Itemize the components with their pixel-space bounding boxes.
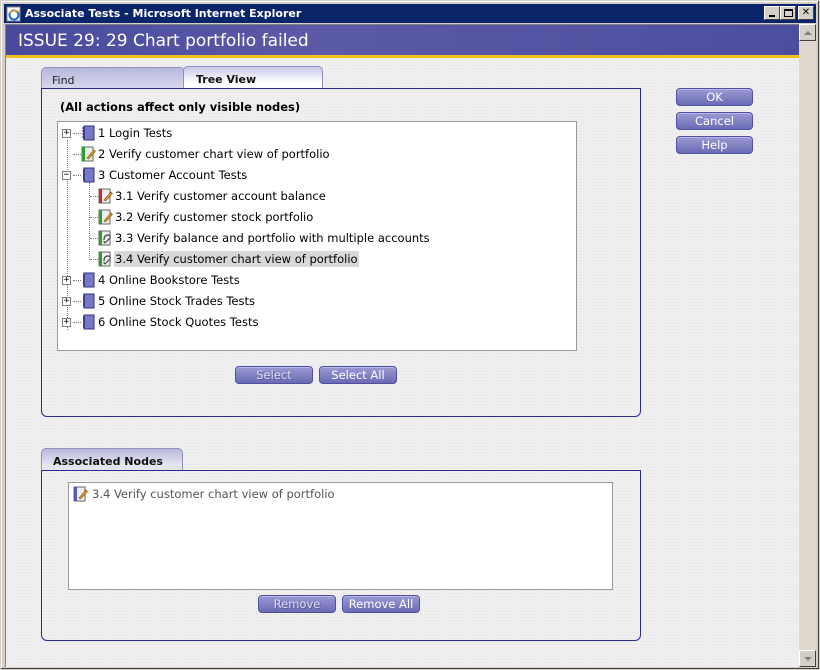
remove-button[interactable]: Remove xyxy=(258,595,336,613)
tab-tree-view-label: Tree View xyxy=(196,73,257,86)
visible-nodes-notice: (All actions affect only visible nodes) xyxy=(60,100,301,114)
arrow-up-icon xyxy=(803,30,812,35)
tree-node-label: 3.4 Verify customer chart view of portfo… xyxy=(114,251,359,267)
tree-node-label: 1 Login Tests xyxy=(98,126,173,140)
associated-nodes-label: Associated Nodes xyxy=(53,455,163,468)
scroll-up-button[interactable] xyxy=(799,24,816,41)
test-tree[interactable]: + 1 Login Tests 2 Verify customer chart … xyxy=(57,121,577,351)
associated-node-label: 3.4 Verify customer chart view of portfo… xyxy=(92,487,335,501)
tree-node-label: 3.1 Verify customer account balance xyxy=(115,189,326,203)
folder-book-icon xyxy=(81,125,96,141)
tab-associated-nodes: Associated Nodes xyxy=(41,448,183,471)
test-pass-edit-icon xyxy=(81,146,96,162)
select-all-button[interactable]: Select All xyxy=(319,366,397,384)
tree-node-label: 6 Online Stock Quotes Tests xyxy=(98,315,259,329)
scroll-down-button[interactable] xyxy=(799,650,816,667)
tree-node-label: 4 Online Bookstore Tests xyxy=(98,273,240,287)
test-fail-edit-icon xyxy=(98,188,113,204)
folder-book-icon xyxy=(81,314,96,330)
tree-node-label: 3 Customer Account Tests xyxy=(98,168,248,182)
cancel-button[interactable]: Cancel xyxy=(676,112,753,130)
arrow-down-icon xyxy=(803,656,812,661)
expand-icon[interactable]: + xyxy=(62,317,71,327)
tree-node-label: 3.2 Verify customer stock portfolio xyxy=(115,210,314,224)
remove-all-button[interactable]: Remove All xyxy=(342,595,420,613)
internet-explorer-icon xyxy=(6,6,22,22)
test-pass-linked-icon xyxy=(98,251,113,267)
tab-find-label: Find xyxy=(52,74,75,87)
tree-node-label: 5 Online Stock Trades Tests xyxy=(98,294,255,308)
tree-node[interactable]: 3.3 Verify balance and portfolio with mu… xyxy=(90,229,431,247)
folder-book-icon xyxy=(81,293,96,309)
test-pass-edit-icon xyxy=(98,209,113,225)
tree-node[interactable]: + 6 Online Stock Quotes Tests xyxy=(62,313,259,331)
associated-nodes-list[interactable]: 3.4 Verify customer chart view of portfo… xyxy=(68,482,613,590)
minimize-button[interactable] xyxy=(764,6,780,20)
tree-node[interactable]: + 1 Login Tests xyxy=(62,124,173,142)
tree-node[interactable]: − 3 Customer Account Tests xyxy=(62,166,248,184)
expand-icon[interactable]: + xyxy=(62,275,71,285)
tree-node[interactable]: 2 Verify customer chart view of portfoli… xyxy=(62,145,331,163)
close-icon: ✕ xyxy=(801,7,811,18)
title-bar[interactable]: Associate Tests - Microsoft Internet Exp… xyxy=(4,4,816,23)
test-edit-icon xyxy=(73,486,88,502)
tree-node[interactable]: + 5 Online Stock Trades Tests xyxy=(62,292,256,310)
tree-node-selected[interactable]: 3.4 Verify customer chart view of portfo… xyxy=(90,250,359,268)
tree-node-label: 3.3 Verify balance and portfolio with mu… xyxy=(115,231,430,245)
tree-node-label: 2 Verify customer chart view of portfoli… xyxy=(98,147,330,161)
minimize-icon xyxy=(769,15,775,17)
help-button[interactable]: Help xyxy=(676,136,753,154)
test-pass-linked-icon xyxy=(98,230,113,246)
ok-button[interactable]: OK xyxy=(676,88,753,106)
select-button[interactable]: Select xyxy=(235,366,313,384)
maximize-icon xyxy=(783,9,793,17)
tab-find[interactable]: Find xyxy=(41,67,185,89)
issue-header: ISSUE 29: 29 Chart portfolio failed xyxy=(6,25,800,58)
close-button[interactable]: ✕ xyxy=(798,6,814,20)
associated-node-item[interactable]: 3.4 Verify customer chart view of portfo… xyxy=(73,486,335,502)
collapse-icon[interactable]: − xyxy=(62,170,71,180)
tree-node[interactable]: 3.1 Verify customer account balance xyxy=(90,187,327,205)
window-title: Associate Tests - Microsoft Internet Exp… xyxy=(25,7,302,20)
tree-node[interactable]: 3.2 Verify customer stock portfolio xyxy=(90,208,314,226)
issue-title: ISSUE 29: 29 Chart portfolio failed xyxy=(18,31,309,51)
tree-node[interactable]: + 4 Online Bookstore Tests xyxy=(62,271,241,289)
folder-book-icon xyxy=(81,272,96,288)
expand-icon[interactable]: + xyxy=(62,296,71,306)
maximize-button[interactable] xyxy=(780,6,796,20)
expand-icon[interactable]: + xyxy=(62,128,71,138)
vertical-scrollbar[interactable] xyxy=(799,24,816,667)
folder-book-icon xyxy=(81,167,96,183)
tab-tree-view[interactable]: Tree View xyxy=(183,66,323,89)
